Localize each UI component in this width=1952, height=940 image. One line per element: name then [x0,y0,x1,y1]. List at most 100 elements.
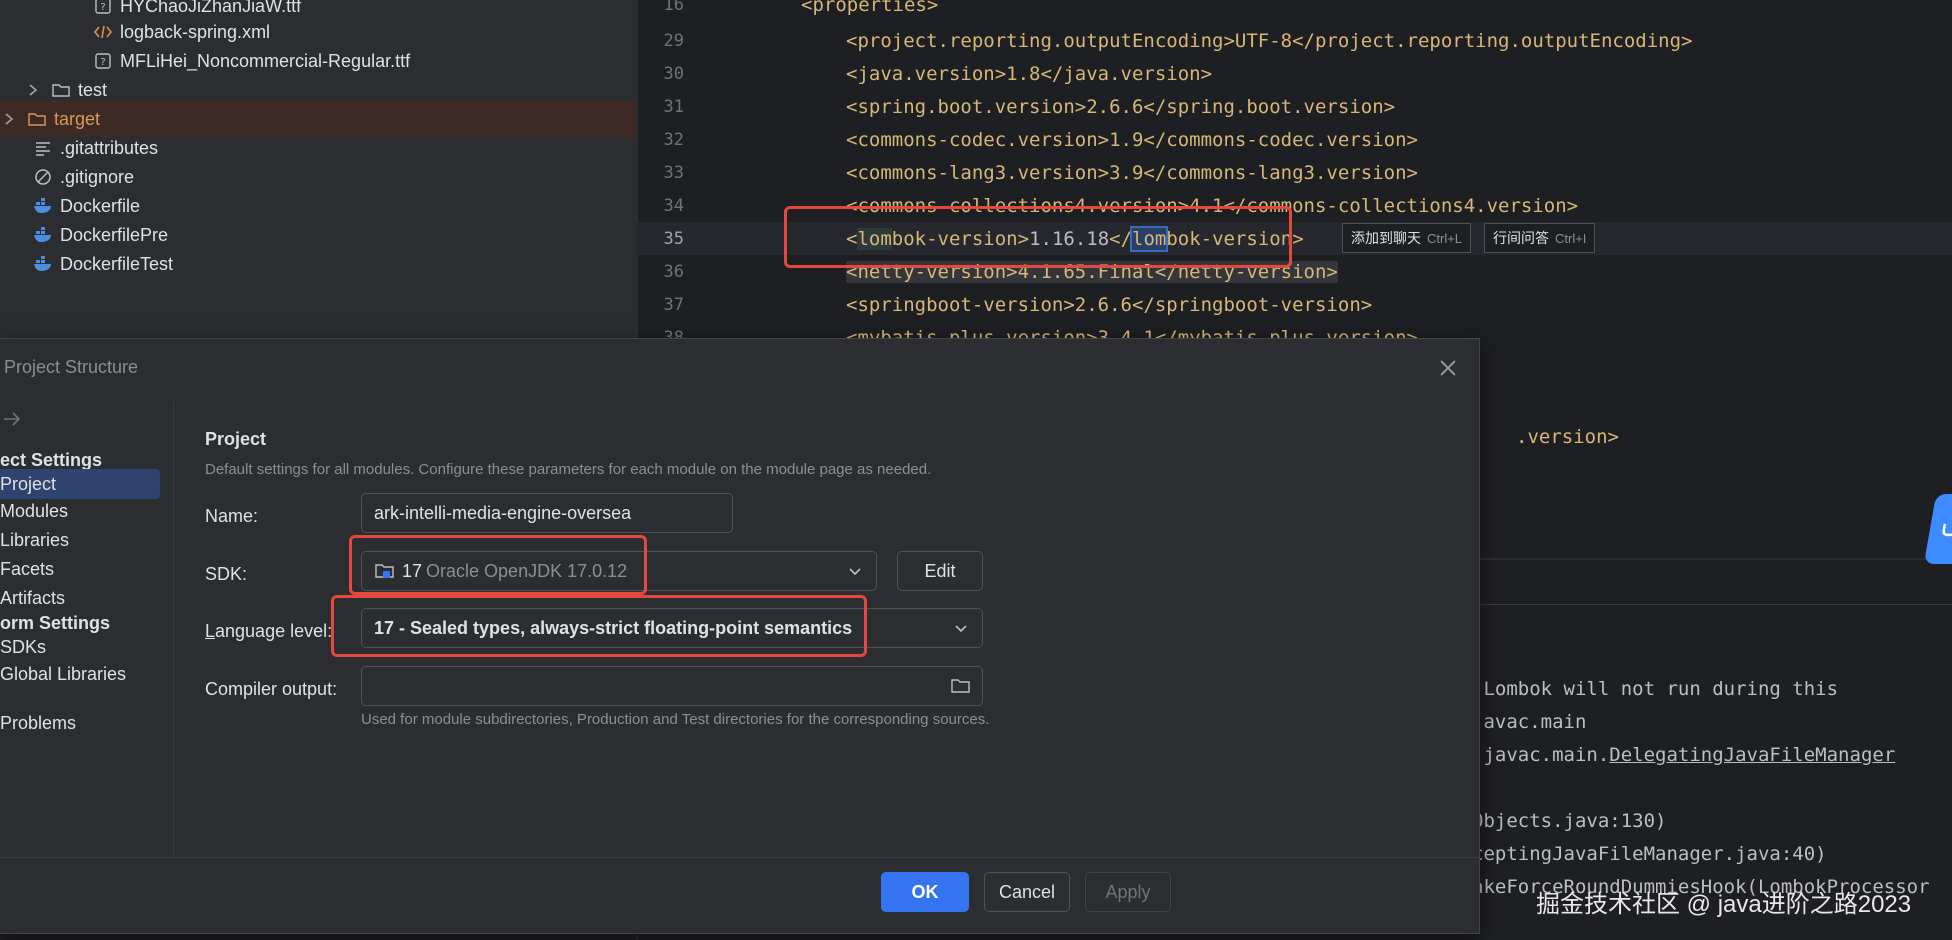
forward-arrow-icon[interactable] [2,407,22,433]
code-line-29[interactable]: 29 <project.reporting.outputEncoding>UTF… [636,24,1952,57]
compiler-output-label: Compiler output: [205,679,338,699]
line-number: 29 [663,30,684,51]
close-icon[interactable] [1435,355,1461,381]
tree-item-label: logback-spring.xml [120,21,271,42]
project-structure-dialog: Project Structure ect Settings Project M… [0,338,1480,934]
tree-item-label: .gitattributes [60,137,159,158]
annotation-box-language-level [331,595,867,657]
nav-item-facets[interactable]: Facets [0,554,54,584]
cancel-button-label: Cancel [998,881,1056,902]
name-input-value: ark-intelli-media-engine-oversea [374,502,632,523]
nav-item-label: Artifacts [0,587,66,608]
console-line: ceptingJavaFileManager.java:40) [1472,843,1827,865]
nav-item-label: Problems [0,712,77,733]
code-text: <springboot-version>2.6.6</springboot-ve… [846,293,1373,316]
browse-folder-icon[interactable] [950,677,972,695]
tree-item-dockerfiletest[interactable]: DockerfileTest [32,246,173,282]
section-title: Project [205,429,267,449]
folder-icon [26,108,48,130]
nav-item-label: Global Libraries [0,663,127,684]
chevron-right-icon[interactable] [0,110,18,128]
code-text: <commons-lang3.version>3.9</commons-lang… [846,161,1418,184]
nav-item-sdks[interactable]: SDKs [0,632,46,662]
name-label: Name: [205,506,259,526]
annotation-box-sdk [349,535,647,595]
nav-item-label: Facets [0,558,55,579]
name-input[interactable]: ark-intelli-media-engine-oversea [361,493,733,533]
code-text: <commons-codec.version>1.9</commons-code… [846,128,1418,151]
line-number: 30 [663,63,684,84]
dialog-footer: OK Cancel Apply [0,857,1479,933]
console-link[interactable]: DelegatingJavaFileManager [1609,744,1895,766]
line-number: 37 [663,294,684,315]
code-line-33[interactable]: 33 <commons-lang3.version>3.9</commons-l… [636,156,1952,189]
chevron-down-icon [846,562,864,580]
cancel-button[interactable]: Cancel [984,872,1070,912]
project-tree-panel: ? HYChaoJiZhanJiaW.ttf logback-spring.xm… [0,0,636,340]
chip-shortcut: Ctrl+I [1555,230,1587,246]
nav-item-modules[interactable]: Modules [0,496,68,526]
code-line-30[interactable]: 30 <java.version>1.8</java.version> [636,57,1952,90]
ok-button[interactable]: OK [881,872,969,912]
add-to-chat-chip[interactable]: 添加到聊天 Ctrl+L [1342,223,1472,253]
code-line-32[interactable]: 32 <commons-codec.version>1.9</commons-c… [636,123,1952,156]
line-number: 34 [663,195,684,216]
svg-text:?: ? [100,2,105,13]
compiler-output-input[interactable] [361,666,983,706]
line-number: 36 [663,261,684,282]
nav-item-libraries[interactable]: Libraries [0,525,69,555]
text-file-icon [32,137,54,159]
dialog-content: Project Default settings for all modules… [174,401,1479,857]
edit-button-label: Edit [924,560,956,581]
console-line: Objects.java:130) [1472,810,1667,832]
nav-item-label: SDKs [0,636,47,657]
line-number: 31 [663,96,684,117]
panel-separator [1480,558,1952,560]
line-number: 16 [663,0,684,15]
unknown-file-icon: ? [92,50,114,72]
label-text: anguage level: [215,621,333,641]
panel-separator [1480,604,1952,605]
dialog-titlebar[interactable] [0,339,1479,399]
annotation-box-lombok [784,206,1292,268]
code-text: <properties> [801,0,939,16]
inline-qa-chip[interactable]: 行间问答 Ctrl+I [1484,223,1596,253]
code-text: <spring.boot.version>2.6.6</spring.boot.… [846,95,1396,118]
xml-file-icon [92,21,114,43]
docker-icon [32,253,54,275]
tree-item-label: Dockerfile [60,195,141,216]
docker-icon [32,195,54,217]
tree-item-label: test [78,79,108,100]
nav-item-global-libraries[interactable]: Global Libraries [0,659,126,689]
watermark-text: 掘金技术社区 @ java进阶之路2023 [1536,891,1912,918]
apply-button-label: Apply [1105,881,1151,902]
folder-icon [50,79,72,101]
code-line-16[interactable]: 16 <properties> [636,0,1952,21]
code-text: <java.version>1.8</java.version> [846,62,1213,85]
ok-button-label: OK [911,881,939,902]
console-text: .javac.main. [1472,744,1610,766]
code-line-31[interactable]: 31 <spring.boot.version>2.6.6</spring.bo… [636,90,1952,123]
section-description: Default settings for all modules. Config… [205,461,932,478]
nav-item-project[interactable]: Project [0,469,160,499]
compiler-output-hint: Used for module subdirectories, Producti… [361,711,990,728]
tree-item-label: target [54,108,101,129]
chevron-down-icon [952,619,970,637]
line-number: 32 [663,129,684,150]
nav-item-label: Libraries [0,529,70,550]
code-text: <project.reporting.outputEncoding>UTF-8<… [846,29,1693,52]
apply-button[interactable]: Apply [1085,872,1171,912]
tree-item-label: MFLiHei_Noncommercial-Regular.ttf [120,50,411,71]
tree-item-mflihei[interactable]: ? MFLiHei_Noncommercial-Regular.ttf [92,43,410,79]
docker-icon [32,224,54,246]
console-line: Lombok will not run during this [1472,678,1839,700]
line-number: 35 [663,228,684,249]
chevron-right-icon[interactable] [24,81,42,99]
code-line-37[interactable]: 37 <springboot-version>2.6.6</springboot… [636,288,1952,321]
edit-sdk-button[interactable]: Edit [897,551,983,591]
nav-item-label: Modules [0,500,69,521]
nav-item-label: Project [0,473,57,494]
tree-item-label: DockerfilePre [60,224,169,245]
nav-item-problems[interactable]: Problems [0,708,76,738]
chip-label: 行间问答 [1493,230,1549,246]
